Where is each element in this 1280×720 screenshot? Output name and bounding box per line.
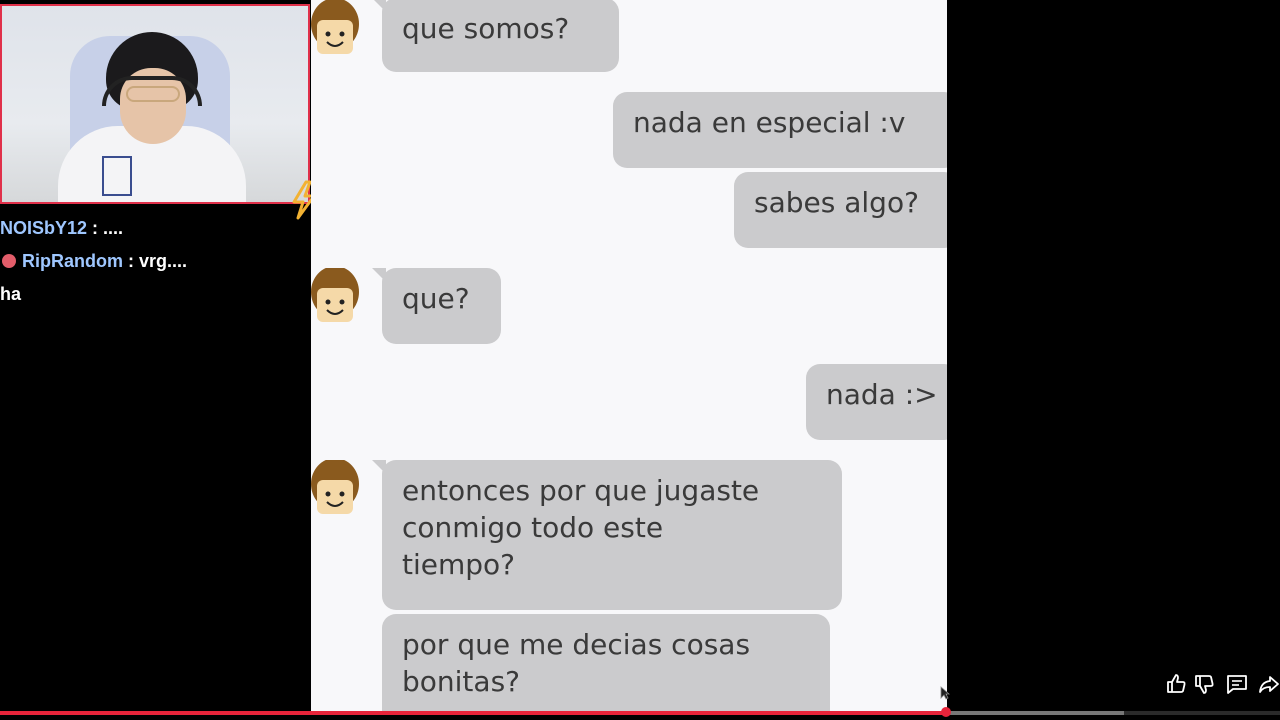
chat-bubble-received: por que me decias cosas bonitas? [382,614,830,712]
chat-overlay: NOISbY12 : .... RipRandom : vrg.... ha [0,214,310,313]
progress-thumb[interactable] [940,707,951,717]
like-icon[interactable] [1164,672,1188,696]
chat-bubble-sent: nada :> [806,364,947,440]
badge-icon [2,254,16,268]
action-bar [1162,672,1280,698]
avatar-icon [311,460,359,514]
chat-bubble-received: que somos? [372,0,619,72]
chat-bubble-sent: sabes algo? [734,172,947,248]
shirt-print [102,156,132,196]
avatar-icon [311,0,359,66]
webcam-feed [0,4,310,204]
share-icon[interactable] [1257,672,1280,696]
avatar-icon [311,268,359,322]
video-frame[interactable]: que somos? nada en especial :v sabes alg… [311,0,947,712]
chat-bubble-sent: nada en especial :v [613,92,947,168]
comment-icon[interactable] [1225,672,1249,696]
chat-separator: : [123,251,139,271]
chat-message: ha [0,280,310,313]
chat-username: RipRandom [22,251,123,271]
headset [102,76,202,106]
mouse-cursor-icon [940,686,950,700]
chat-message: NOISbY12 : .... [0,214,310,247]
progress-played [0,711,946,715]
chat-separator: : [87,218,104,238]
chat-bubble-received: que? [372,268,501,344]
chat-message: RipRandom : vrg.... [0,247,310,280]
chat-username: NOISbY12 [0,218,88,238]
dislike-icon[interactable] [1192,672,1216,696]
chat-text: .... [103,218,124,238]
chat-bubble-received: entonces por que jugaste conmigo todo es… [372,460,842,610]
chat-text: ha [0,284,22,304]
chat-text: vrg.... [139,251,188,271]
